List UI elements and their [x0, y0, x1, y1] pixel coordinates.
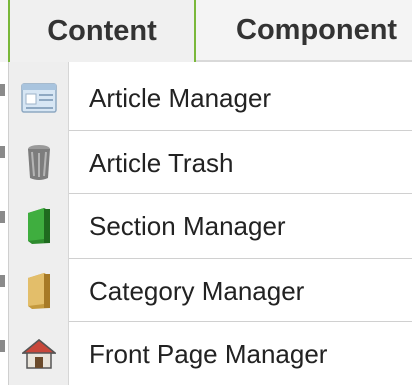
page-edge-mark — [0, 146, 5, 158]
menu-tab-content-label: Content — [47, 14, 157, 47]
page-edge-mark — [0, 211, 5, 223]
menu-tab-components-label: Component — [236, 13, 398, 46]
home-icon — [9, 322, 69, 386]
section-book-icon — [9, 194, 69, 258]
menu-item-label: Section Manager — [89, 210, 286, 241]
menu-item-category-manager[interactable]: Category Manager — [9, 259, 412, 323]
menu-item-article-manager[interactable]: Article Manager — [9, 66, 412, 130]
menu-tab-components[interactable]: Component — [196, 0, 412, 60]
menu-tab-content[interactable]: Content — [8, 0, 196, 62]
page-edge-mark — [0, 275, 5, 287]
category-book-icon — [9, 259, 69, 323]
content-dropdown-menu: Article Manager Article Trash Section Ma… — [8, 62, 412, 385]
menu-item-label: Article Manager — [89, 82, 272, 113]
page-edge — [0, 62, 8, 385]
page-edge-mark — [0, 84, 5, 96]
article-manager-icon — [9, 66, 69, 130]
trash-can-icon — [9, 131, 69, 195]
menu-item-article-trash[interactable]: Article Trash — [9, 131, 412, 195]
page-edge-mark — [0, 340, 5, 352]
menu-item-section-manager[interactable]: Section Manager — [9, 194, 412, 258]
menu-item-front-page-manager[interactable]: Front Page Manager — [9, 322, 412, 386]
menu-bar: Content Component — [0, 0, 412, 62]
menu-item-label: Front Page Manager — [89, 338, 328, 369]
menu-item-label: Article Trash — [89, 147, 234, 178]
menu-item-label: Category Manager — [89, 275, 305, 306]
